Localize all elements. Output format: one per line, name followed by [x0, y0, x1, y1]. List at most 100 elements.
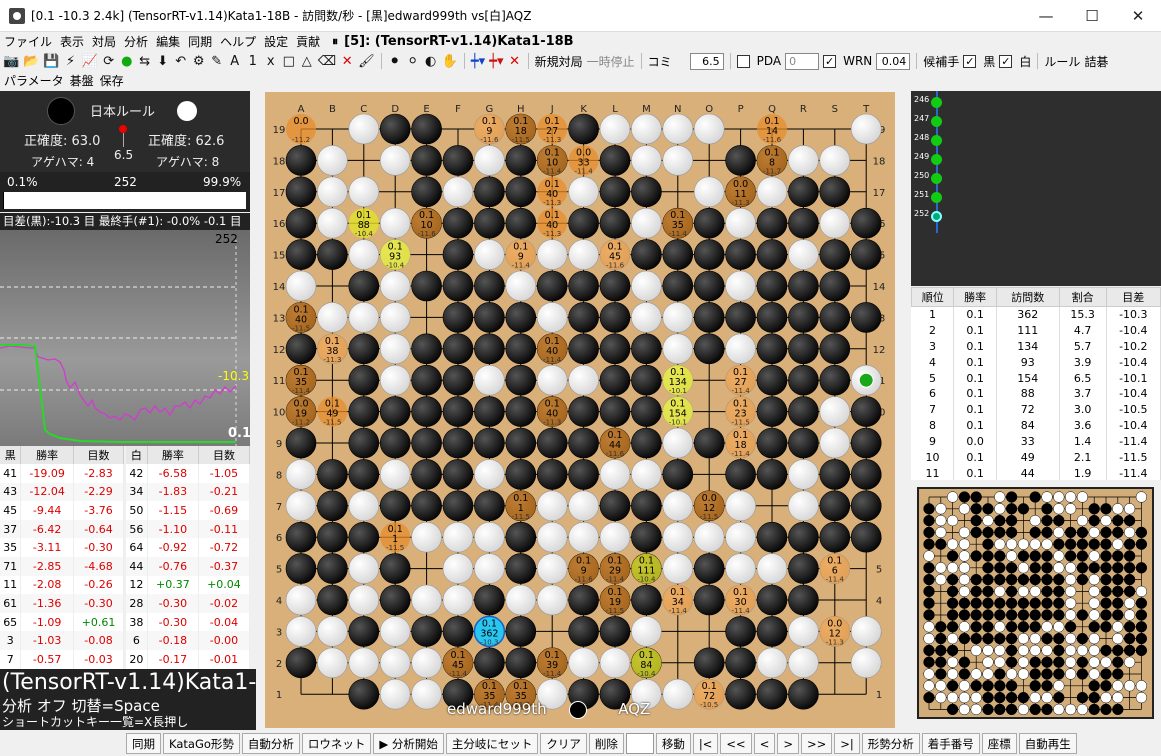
table-row[interactable]: 50 -1.15 -0.69 [126, 501, 251, 520]
table-row[interactable]: 37 -6.42 -0.64 [0, 519, 125, 539]
history-node[interactable] [931, 173, 942, 184]
menu-edit[interactable]: 編集 [156, 33, 180, 50]
pause-game-button[interactable]: 一時停止 [587, 53, 635, 70]
refresh-icon[interactable]: ⟳ [102, 53, 116, 69]
red-x-icon[interactable]: ✕ [508, 53, 522, 69]
sync-button[interactable]: 同期 [126, 733, 161, 754]
move-history-tree[interactable]: 246 247 248 249 250 251 252 [911, 91, 1161, 286]
table-row[interactable]: 71 -2.85 -4.68 [0, 556, 125, 576]
table-row[interactable]: 12 +0.37 +0.04 [126, 575, 251, 595]
table-header[interactable]: 目数 [198, 446, 251, 464]
table-header[interactable]: 目数 [73, 446, 125, 464]
history-node[interactable] [931, 116, 942, 127]
table-row[interactable]: 6 -0.18 -0.00 [126, 631, 251, 650]
komi-input[interactable]: 6.5 [689, 52, 724, 70]
menu-help[interactable]: ヘルプ [220, 33, 256, 50]
estimate-button[interactable]: 形勢分析 [861, 733, 920, 754]
delete-button[interactable]: 削除 [588, 733, 624, 754]
set-main-branch-button[interactable]: 主分岐にセット [445, 733, 539, 754]
hand-icon[interactable]: ✋ [442, 53, 458, 69]
flash-icon[interactable]: ⚡ [64, 53, 78, 69]
white-stone-icon[interactable]: ⚪ [406, 53, 420, 69]
table-header[interactable]: 勝率 [147, 446, 199, 464]
white-checkbox[interactable]: ✓ [999, 54, 1013, 68]
menu-game[interactable]: 対局 [92, 33, 116, 50]
table-row[interactable]: 43 -12.04 -2.29 [0, 482, 125, 502]
table-row[interactable]: 6 0.1 88 3.7 -10.4 [911, 385, 1161, 402]
undo-icon[interactable]: ↶ [174, 53, 188, 69]
down-arrow-icon[interactable]: ⬇ [156, 53, 170, 69]
go-board-svg[interactable]: A1919B1818C1717D1616E1515F1414G1313H1212… [265, 92, 895, 728]
table-row[interactable]: 7 0.1 72 3.0 -10.5 [911, 401, 1161, 418]
table-row[interactable]: 3 0.1 134 5.7 -10.2 [911, 338, 1161, 355]
back-ten-button[interactable]: << [720, 733, 752, 754]
mini-board[interactable] [917, 487, 1154, 719]
menu-contribute[interactable]: 貢献 [296, 33, 320, 50]
table-row[interactable]: 34 -1.83 -0.21 [126, 482, 251, 502]
folder-icon[interactable]: 📂 [23, 53, 39, 69]
swap-icon[interactable]: ⇆ [138, 53, 152, 69]
table-row[interactable]: 9 0.0 33 1.4 -11.4 [911, 433, 1161, 450]
camera-icon[interactable]: 📷 [3, 53, 19, 69]
table-header[interactable]: 勝率 [20, 446, 74, 464]
raw-net-button[interactable]: ロウネット [301, 733, 372, 754]
first-move-button[interactable]: |< [692, 733, 719, 754]
minimize-button[interactable]: — [1023, 0, 1069, 32]
clear-button[interactable]: クリア [540, 733, 587, 754]
wrn-checkbox[interactable]: ✓ [823, 54, 837, 68]
menu-settings[interactable]: 設定 [264, 33, 288, 50]
table-row[interactable]: 11 -2.08 -0.26 [0, 575, 125, 595]
tsume-button[interactable]: 詰碁 [1084, 53, 1108, 70]
table-row[interactable]: 1 0.1 362 15.3 -10.3 [911, 306, 1161, 323]
goto-button[interactable]: 移動 [655, 733, 691, 754]
table-row[interactable]: 11 0.1 44 1.9 -11.4 [911, 465, 1161, 480]
new-game-button[interactable]: 新規対局 [535, 53, 583, 70]
red-cross-icon[interactable]: ┿▾ [489, 53, 503, 69]
auto-analysis-button[interactable]: 自動分析 [241, 733, 300, 754]
menu-sync[interactable]: 同期 [188, 33, 212, 50]
forward-ten-button[interactable]: >> [800, 733, 833, 754]
history-node[interactable] [931, 97, 942, 108]
coordinates-button[interactable]: 座標 [981, 733, 1017, 754]
red-x-icon[interactable]: ✕ [340, 53, 354, 69]
table-row[interactable]: 10 0.1 49 2.1 -11.5 [911, 449, 1161, 466]
last-move-button[interactable]: >| [834, 733, 860, 754]
parameters-button[interactable]: パラメータ [4, 72, 64, 89]
rules-button[interactable]: ルール [1044, 53, 1080, 70]
history-node[interactable] [931, 154, 942, 165]
pda-input[interactable]: 0 [785, 52, 820, 70]
pda-checkbox[interactable] [736, 54, 750, 68]
history-node[interactable] [931, 192, 942, 203]
pencil-icon[interactable]: ✎ [210, 53, 224, 69]
brush-icon[interactable]: 🖌 [358, 53, 375, 69]
pause-icon[interactable]: ⏸ [332, 34, 338, 49]
black-stone-icon[interactable]: ⚫ [388, 53, 402, 69]
alternate-stone-icon[interactable]: ◐ [424, 53, 438, 69]
black-checkbox[interactable]: ✓ [963, 54, 977, 68]
green-stone-icon[interactable]: ● [120, 53, 134, 69]
start-analysis-button[interactable]: ▶ 分析開始 [373, 733, 444, 754]
table-header[interactable]: 勝率 [953, 287, 997, 307]
eraser-icon[interactable]: ⌫ [318, 53, 336, 69]
wrn-input[interactable]: 0.04 [876, 52, 911, 70]
katago-estimate-button[interactable]: KataGo形勢 [163, 733, 240, 754]
autoplay-button[interactable]: 自動再生 [1018, 733, 1077, 754]
mini-board-svg[interactable] [919, 489, 1152, 717]
save-icon[interactable]: 💾 [43, 53, 59, 69]
table-row[interactable]: 65 -1.09 +0.61 [0, 612, 125, 632]
blue-cross-icon[interactable]: ┿▾ [471, 53, 485, 69]
table-header[interactable]: 目差 [1105, 287, 1161, 307]
back-button[interactable]: < [753, 733, 776, 754]
save-button[interactable]: 保存 [100, 72, 124, 89]
go-board[interactable]: A1919B1818C1717D1616E1515F1414G1313H1212… [265, 92, 895, 728]
table-row[interactable]: 38 -0.30 -0.04 [126, 612, 251, 632]
table-row[interactable]: 20 -0.17 -0.01 [126, 649, 251, 669]
table-header[interactable]: 黒 [0, 446, 22, 464]
board-button[interactable]: 碁盤 [70, 72, 94, 89]
table-row[interactable]: 64 -0.92 -0.72 [126, 538, 251, 557]
table-row[interactable]: 35 -3.11 -0.30 [0, 538, 125, 557]
table-row[interactable]: 61 -1.36 -0.30 [0, 594, 125, 613]
table-row[interactable]: 5 0.1 154 6.5 -10.1 [911, 370, 1161, 386]
table-row[interactable]: 56 -1.10 -0.11 [126, 519, 251, 539]
table-row[interactable]: 42 -6.58 -1.05 [126, 464, 251, 483]
